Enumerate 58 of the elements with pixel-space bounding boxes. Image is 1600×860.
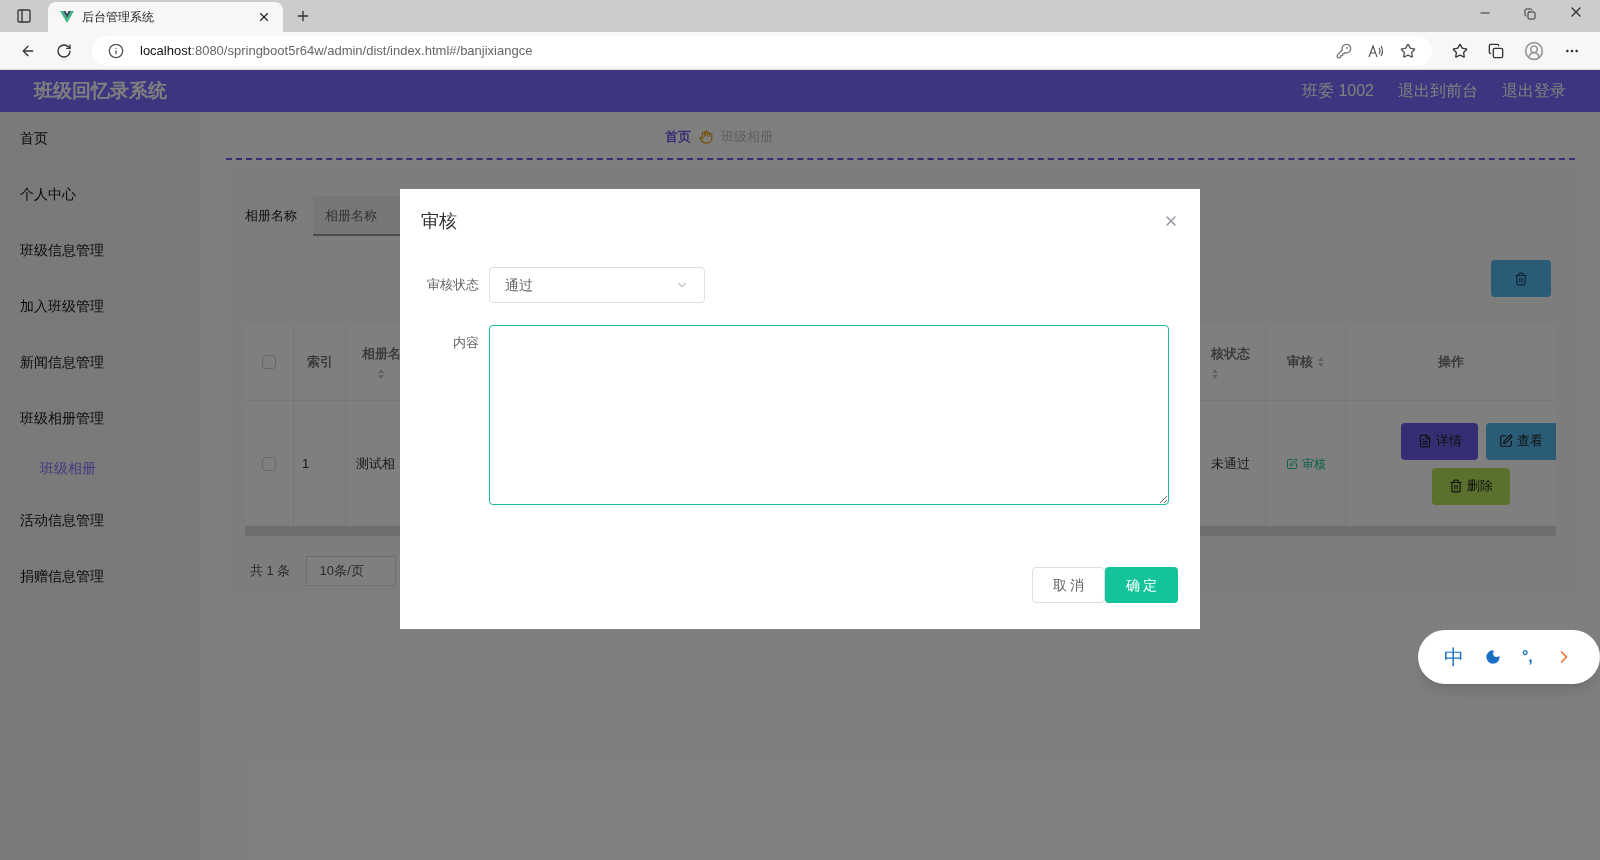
profile-icon[interactable] bbox=[1524, 40, 1544, 61]
app-logo-icon bbox=[60, 11, 74, 23]
moon-icon[interactable] bbox=[1485, 649, 1502, 665]
page-size-select[interactable]: 10条/页 bbox=[306, 556, 397, 586]
table-cell-text: 未通过 bbox=[1211, 454, 1250, 473]
sidebar-item[interactable]: 个人中心 bbox=[0, 184, 200, 240]
dialog-title: 审核 bbox=[421, 209, 458, 233]
column-header: 审核 bbox=[1286, 353, 1313, 372]
header-link[interactable]: 退出到前台 bbox=[1398, 79, 1478, 103]
ime-punctuation[interactable]: °, bbox=[1521, 645, 1533, 669]
column-header: 索引 bbox=[306, 353, 333, 372]
cancel-button[interactable]: 取 消 bbox=[1032, 567, 1105, 603]
header-link[interactable]: 退出登录 bbox=[1502, 79, 1566, 103]
trash-icon bbox=[1449, 479, 1463, 493]
row-checkbox[interactable] bbox=[262, 456, 276, 471]
key-icon[interactable] bbox=[1336, 42, 1352, 59]
status-select[interactable]: 通过 bbox=[489, 267, 705, 303]
tab-title: 后台管理系统 bbox=[82, 9, 155, 26]
edit-icon bbox=[1499, 434, 1513, 448]
column-header: 核状态 bbox=[1211, 345, 1250, 364]
trash-icon bbox=[1514, 271, 1528, 286]
url-text: localhost:8080/springboot5r64w/admin/dist/index.html#/banjixiangce bbox=[140, 41, 534, 60]
sidebar-toggle-icon[interactable] bbox=[16, 8, 32, 24]
app-title: 班级回忆录系统 bbox=[34, 78, 168, 103]
search-label: 相册名称 bbox=[245, 207, 298, 226]
total-count: 共 1 条 bbox=[249, 562, 291, 581]
add-favorite-icon[interactable] bbox=[1400, 42, 1416, 59]
restore-icon[interactable] bbox=[1524, 8, 1536, 20]
ime-mode[interactable]: 中 bbox=[1444, 642, 1465, 672]
sidebar-item[interactable]: 活动信息管理 bbox=[0, 510, 200, 566]
site-info-icon[interactable] bbox=[108, 42, 124, 59]
field-label: 内容 bbox=[452, 334, 480, 352]
favorites-icon[interactable] bbox=[1452, 42, 1468, 59]
reload-icon[interactable] bbox=[56, 42, 72, 59]
sidebar-item[interactable]: 新闻信息管理 bbox=[0, 352, 200, 408]
hand-icon bbox=[699, 130, 713, 144]
sidebar-item[interactable]: 班级信息管理 bbox=[0, 240, 200, 296]
column-header: 操作 bbox=[1438, 353, 1464, 372]
sidebar-item[interactable]: 加入班级管理 bbox=[0, 296, 200, 352]
breadcrumb-link[interactable]: 首页 bbox=[665, 127, 691, 147]
view-button[interactable]: 查看 bbox=[1486, 422, 1556, 460]
table-cell-text: 测试相 bbox=[356, 454, 395, 473]
new-tab-icon[interactable] bbox=[295, 8, 311, 24]
column-header: 相册名 bbox=[361, 345, 401, 364]
table-cell-text: 1 bbox=[302, 454, 310, 473]
close-tab-icon[interactable] bbox=[257, 10, 271, 24]
select-all-checkbox[interactable] bbox=[262, 355, 276, 369]
address-bar[interactable]: localhost:8080/springboot5r64w/admin/dist/index.html#/banjixiangce bbox=[92, 35, 1432, 66]
collections-icon[interactable] bbox=[1488, 42, 1504, 59]
read-aloud-icon[interactable] bbox=[1368, 43, 1384, 58]
edit-icon bbox=[1285, 457, 1298, 470]
delete-button[interactable]: 删除 bbox=[1432, 467, 1510, 505]
browser-tab[interactable]: 后台管理系统 bbox=[48, 2, 283, 32]
field-label: 审核状态 bbox=[426, 276, 480, 295]
sidebar-item[interactable]: 首页 bbox=[0, 128, 200, 184]
sidebar-item[interactable]: 捐赠信息管理 bbox=[0, 566, 200, 622]
document-icon bbox=[1417, 434, 1432, 448]
header-link[interactable]: 班委 1002 bbox=[1301, 79, 1374, 103]
